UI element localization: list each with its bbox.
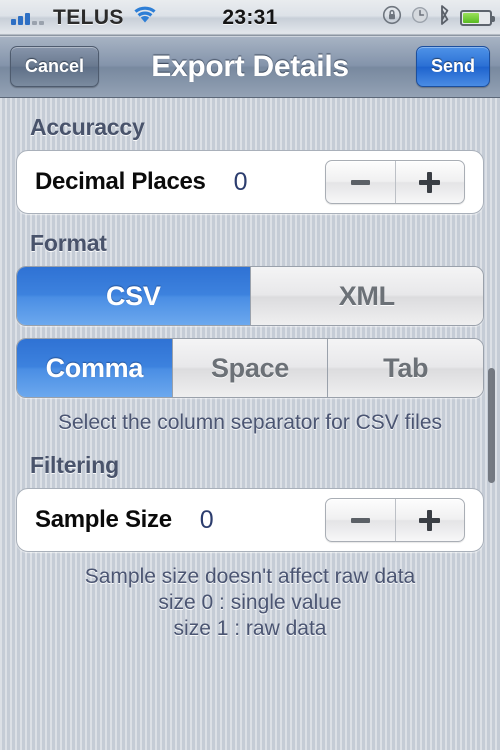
bluetooth-icon: [438, 5, 451, 30]
sample-size-footer-line-2: size 0 : single value: [158, 591, 342, 615]
decimal-places-row[interactable]: Decimal Places 0: [17, 151, 483, 213]
separator-segmented-control[interactable]: Comma Space Tab: [16, 338, 484, 398]
segment-csv[interactable]: CSV: [17, 267, 250, 325]
separator-footer-note: Select the column separator for CSV file…: [57, 411, 442, 434]
segment-comma[interactable]: Comma: [17, 339, 172, 397]
file-format-segmented-control[interactable]: CSV XML: [16, 266, 484, 326]
status-bar-right: [382, 5, 495, 30]
filtering-card: Sample Size 0: [16, 488, 484, 553]
accuracy-card: Decimal Places 0: [16, 150, 484, 214]
iphone-screen: TELUS 23:31 Cancel Export Details Send A…: [0, 0, 500, 750]
cancel-button[interactable]: Cancel: [10, 46, 100, 87]
segment-tab[interactable]: Tab: [327, 339, 483, 397]
sample-size-stepper[interactable]: [325, 498, 465, 543]
section-header-filtering: Filtering: [30, 452, 119, 479]
vertical-scrollbar[interactable]: [488, 368, 495, 483]
sample-size-footer-note: Sample size doesn't affect raw data size…: [16, 552, 484, 642]
segment-space[interactable]: Space: [171, 339, 328, 397]
sample-size-increment-button[interactable]: [394, 499, 465, 542]
send-button[interactable]: Send: [415, 46, 490, 87]
sample-size-value: 0: [199, 505, 214, 534]
sample-size-label: Sample Size: [35, 506, 172, 534]
alarm-clock-icon: [411, 6, 429, 29]
decimal-places-value: 0: [233, 167, 248, 196]
decimal-places-stepper[interactable]: [325, 160, 465, 204]
sample-size-footer-line-3: size 1 : raw data: [173, 617, 327, 641]
settings-list[interactable]: Accuraccy Decimal Places 0 Format CSV XM…: [0, 98, 500, 750]
sample-size-row[interactable]: Sample Size 0: [17, 489, 483, 551]
wifi-icon: [133, 6, 157, 29]
decimal-places-label: Decimal Places: [35, 168, 206, 195]
section-header-accuracy: Accuraccy: [30, 114, 145, 140]
sample-size-decrement-button[interactable]: [326, 499, 395, 541]
carrier-label: TELUS: [53, 5, 124, 29]
plus-icon: [419, 171, 441, 193]
decimal-places-increment-button[interactable]: [394, 161, 465, 203]
signal-bars-icon: [8, 10, 44, 25]
battery-icon: [460, 9, 495, 26]
navigation-bar: Cancel Export Details Send: [0, 36, 500, 98]
sample-size-footer-line-1: Sample size doesn't affect raw data: [84, 565, 416, 589]
minus-icon: [350, 517, 370, 523]
section-header-format: Format: [30, 230, 107, 256]
segment-xml[interactable]: XML: [249, 267, 483, 325]
status-bar: TELUS 23:31: [0, 0, 500, 36]
decimal-places-decrement-button[interactable]: [326, 161, 395, 203]
status-bar-clock: 23:31: [222, 6, 278, 29]
rotation-lock-icon: [382, 5, 402, 30]
plus-icon: [419, 509, 441, 531]
status-bar-left: TELUS: [8, 6, 157, 30]
minus-icon: [350, 179, 370, 185]
